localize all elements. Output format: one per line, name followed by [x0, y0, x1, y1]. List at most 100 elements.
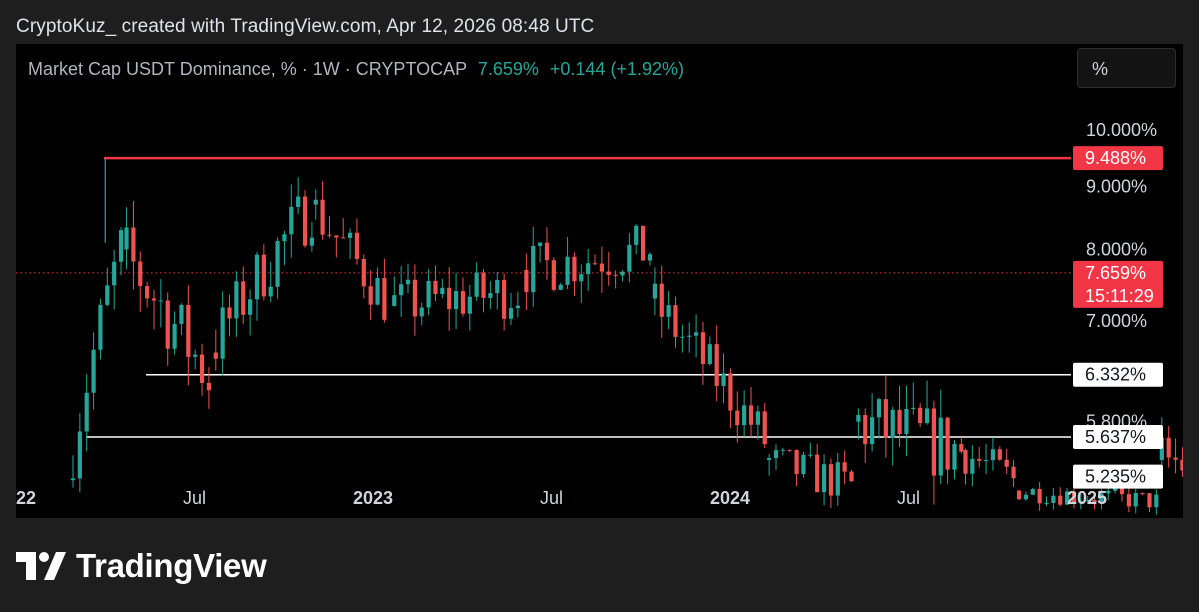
- chart-panel[interactable]: 10.000%9.000%8.000%7.000%5.800% 2022Jul2…: [16, 44, 1183, 518]
- candle-body: [714, 344, 719, 386]
- candle-body: [1004, 459, 1009, 467]
- candle-body: [1016, 490, 1022, 500]
- candle-body: [158, 300, 163, 302]
- candle-body: [835, 462, 840, 496]
- candle-body: [640, 225, 646, 261]
- current-price-tag-countdown: 15:11:29: [1085, 286, 1154, 306]
- y-axis-tick-label: 7.000%: [1086, 311, 1147, 331]
- symbol-legend: Market Cap USDT Dominance, % · 1W · CRYP…: [28, 59, 684, 80]
- candle-body: [911, 407, 916, 409]
- candle-body: [254, 254, 260, 300]
- candle-body: [1154, 494, 1159, 508]
- candle-body: [876, 399, 882, 418]
- x-axis-tick-label: Jul: [183, 488, 206, 508]
- candle-body: [977, 458, 982, 461]
- candle-body: [227, 307, 232, 319]
- candle-body: [1180, 459, 1183, 471]
- candle-body: [112, 261, 117, 286]
- candle-body: [1030, 489, 1035, 495]
- candle-body: [275, 241, 280, 287]
- candle-body: [659, 283, 664, 317]
- candle-body: [199, 354, 205, 383]
- candle-body: [1023, 494, 1028, 500]
- candle-body: [508, 308, 514, 319]
- candle-body: [890, 409, 895, 438]
- candle-body: [983, 460, 989, 462]
- candle-body: [77, 431, 82, 479]
- candle-body: [1044, 502, 1049, 504]
- candle-body: [620, 271, 625, 276]
- candle-body: [1173, 457, 1178, 460]
- candle-body: [1037, 489, 1042, 504]
- candle-body: [680, 336, 685, 338]
- candle-body: [647, 254, 653, 261]
- x-axis-tick-label: 2025: [1067, 488, 1107, 508]
- candle-body: [918, 407, 923, 424]
- candle-body: [515, 305, 520, 309]
- candle-body: [787, 449, 792, 451]
- candle-body: [842, 462, 847, 472]
- x-axis-tick-label: 2024: [710, 488, 750, 508]
- candle-body: [1147, 493, 1152, 508]
- candle-body: [687, 335, 692, 337]
- candle-body: [186, 304, 191, 357]
- candle-body: [773, 450, 779, 459]
- candle-body: [382, 277, 387, 320]
- candle-body: [172, 323, 177, 349]
- candle-body: [586, 263, 591, 275]
- candle-body: [627, 244, 632, 272]
- candle-body: [952, 443, 957, 470]
- candle-body: [405, 279, 411, 285]
- candle-body: [98, 304, 103, 350]
- candle-body: [767, 458, 772, 460]
- candle-body: [84, 392, 89, 432]
- candle-body: [248, 299, 253, 315]
- candle-body: [481, 272, 486, 298]
- support-price-tag: 5.637%: [1085, 427, 1146, 447]
- candle-body: [399, 284, 404, 296]
- candle-body: [474, 272, 479, 297]
- candle-body: [572, 256, 577, 282]
- candle-body: [551, 260, 556, 290]
- candle-body: [870, 417, 875, 445]
- candle-body: [748, 405, 754, 425]
- y-axis-tick-label: 10.000%: [1086, 120, 1157, 140]
- candle-body: [780, 449, 785, 451]
- x-axis-tick-label: Jul: [540, 488, 563, 508]
- candle-body: [606, 271, 611, 275]
- candle-body: [938, 417, 943, 476]
- candle-body: [138, 261, 143, 287]
- candle-body: [613, 274, 618, 276]
- candle-body: [412, 279, 417, 317]
- candle-body: [970, 458, 975, 474]
- candle-body: [700, 332, 706, 365]
- candle-body: [419, 307, 424, 317]
- candle-body: [268, 286, 273, 297]
- candle-body: [592, 263, 598, 265]
- current-price-tag: 7.659%: [1085, 263, 1146, 283]
- y-axis-tick-label: 9.000%: [1086, 176, 1147, 196]
- candle-body: [440, 287, 445, 294]
- candle-body: [579, 274, 584, 282]
- candle-body: [524, 269, 529, 293]
- price-chart[interactable]: 10.000%9.000%8.000%7.000%5.800% 2022Jul2…: [16, 44, 1183, 518]
- candle-body: [467, 296, 472, 314]
- candle-body: [997, 449, 1002, 460]
- candle-body: [1051, 495, 1056, 503]
- candle-body: [334, 235, 339, 238]
- candle-body: [558, 284, 563, 290]
- percent-scale-button[interactable]: %: [1077, 48, 1176, 88]
- candle-body: [531, 245, 536, 293]
- candle-body: [1011, 466, 1016, 479]
- candle-body: [990, 449, 996, 461]
- candle-body: [755, 411, 760, 425]
- candle-body: [1126, 494, 1131, 507]
- candle-body: [426, 280, 431, 308]
- candle-body: [1140, 492, 1145, 494]
- candle-body: [220, 307, 225, 359]
- candle-body: [666, 305, 671, 317]
- candle-body: [206, 382, 212, 391]
- candle-body: [924, 408, 930, 424]
- resistance-price-tag: 9.488%: [1085, 148, 1146, 168]
- candle-body: [959, 443, 964, 452]
